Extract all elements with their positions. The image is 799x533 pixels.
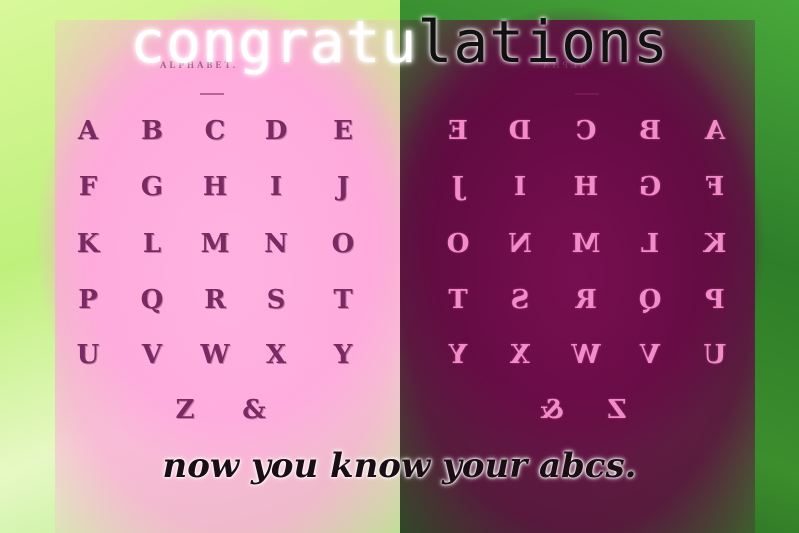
tagline: now you know your abcs. [162,446,637,486]
left-page-letter: X [265,340,287,370]
right-page-letter: Y [448,340,468,370]
right-page-letter: & [540,395,564,425]
right-page-letter: T [448,285,468,315]
left-page-letter: F [78,172,98,202]
left-page-letter: I [269,172,283,202]
left-page-letter: P [78,285,98,315]
right-page-letter: Z [607,395,627,425]
left-page-letter: S [266,285,286,315]
left-page-letter: O [331,229,355,259]
left-page-letter: A [77,116,99,146]
left-page-letter: Q [140,285,164,315]
right-page-letter: W [571,340,601,370]
right-page-letter: R [575,285,597,315]
left-page-letter: K [76,229,100,259]
right-page-letter: B [639,116,661,146]
left-page-letter: W [200,340,230,370]
left-page-letter: & [242,395,266,425]
left-page-letter: M [200,229,230,259]
left-page-letter: U [76,340,100,370]
right-page-letter: I [513,172,527,202]
right-page-letter: G [638,172,662,202]
left-page-letter: Y [333,340,353,370]
left-page-letter: N [264,229,288,259]
left-page-letter: D [264,116,288,146]
right-page-letter: V [639,340,661,370]
congratulations-card: ALPHABET. ALPHA ABCDEFGHIJKLMNOPQRSTUVWX… [0,0,799,533]
title-light-part: congratu [130,8,418,76]
left-page-letter: G [140,172,164,202]
right-page-rule [575,93,599,95]
left-page-letter: V [141,340,163,370]
left-page-letter: H [202,172,228,202]
right-page-letter: Q [638,285,662,315]
right-page-letter: E [448,116,468,146]
left-page-letter: J [336,172,350,202]
right-page-letter: X [509,340,531,370]
right-page-letter: H [573,172,599,202]
left-page-letter: R [204,285,226,315]
right-page-letter: A [704,116,726,146]
congratulations-title: congratulations [0,8,799,76]
left-page-rule [200,93,224,95]
left-page-letter: T [333,285,353,315]
right-page-letter: U [703,340,727,370]
title-dark-part: lations [417,8,669,76]
left-page-letter: B [141,116,163,146]
right-page-letter: J [451,172,465,202]
left-page-letter: L [142,229,162,259]
right-page-letter: M [571,229,601,259]
right-page-letter: O [446,229,470,259]
right-page-letter: C [575,116,597,146]
right-page-letter: D [508,116,532,146]
left-page-letter: E [333,116,353,146]
left-page-letter: Z [175,395,195,425]
left-page-letter: C [204,116,226,146]
right-page-letter: S [510,285,530,315]
right-page-letter: F [705,172,725,202]
right-page-letter: P [705,285,725,315]
right-page-letter: N [508,229,532,259]
right-page-letter: K [703,229,727,259]
right-page-letter: L [640,229,660,259]
